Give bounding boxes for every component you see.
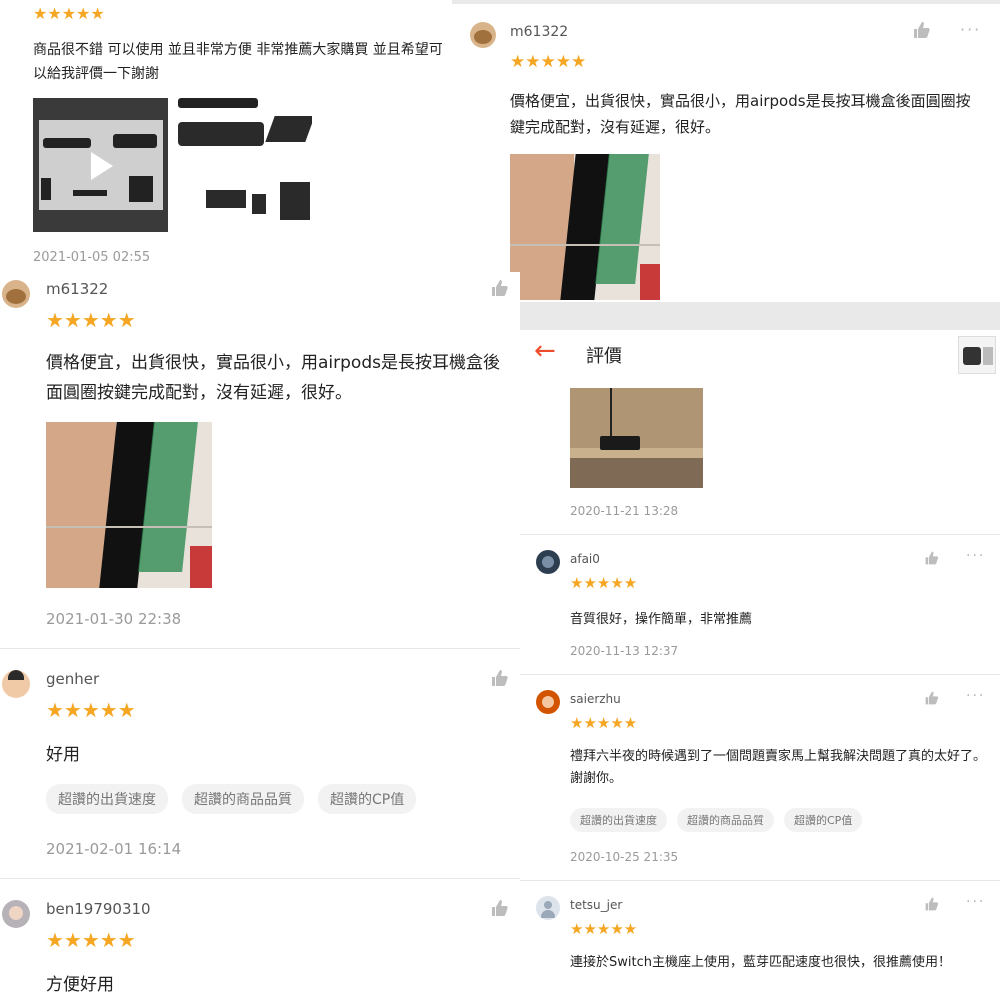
review-photo[interactable] bbox=[510, 154, 660, 300]
review-text: 方便好用 bbox=[46, 975, 114, 995]
review-text: 價格便宜，出貨很快，實品很小，用airpods是長按耳機盒後面圓圈按鍵完成配對，… bbox=[46, 353, 500, 403]
thumbs-up-icon[interactable] bbox=[924, 550, 940, 570]
thumbs-up-icon[interactable] bbox=[924, 690, 940, 710]
review-date: 2021-02-01 16:14 bbox=[46, 840, 182, 858]
tag: 超讚的出貨速度 bbox=[570, 808, 667, 832]
review-text: 好用 bbox=[46, 745, 80, 765]
review-video-thumbnail[interactable] bbox=[33, 98, 168, 232]
username: ben19790310 bbox=[46, 900, 151, 918]
more-icon[interactable]: ··· bbox=[960, 20, 981, 39]
rating-stars: ★★★★★ bbox=[33, 4, 105, 23]
thumbs-up-icon[interactable] bbox=[490, 278, 510, 302]
left-review-list: m61322 ★★★★★ 價格便宜，出貨很快，實品很小，用airpods是長按耳… bbox=[0, 272, 520, 1000]
divider bbox=[520, 674, 1000, 675]
username: m61322 bbox=[510, 24, 569, 40]
review-text: 音質很好，操作簡單，非常推薦 bbox=[570, 612, 753, 627]
right-review-page: ← 評價 2020-11-21 13:28 afai0 ··· ★★★★★ 音質… bbox=[520, 330, 1000, 1000]
avatar bbox=[2, 670, 30, 698]
tag: 超讚的商品品質 bbox=[182, 784, 304, 814]
thumbs-up-icon[interactable] bbox=[490, 898, 510, 922]
tag-list: 超讚的出貨速度 超讚的商品品質 超讚的CP值 bbox=[570, 808, 863, 832]
back-arrow-icon[interactable]: ← bbox=[534, 338, 556, 364]
username: afai0 bbox=[570, 552, 600, 566]
review-product-photo[interactable] bbox=[178, 98, 312, 232]
divider bbox=[520, 880, 1000, 881]
review-text: 商品很不錯 可以使用 並且非常方便 非常推薦大家購買 並且希望可以給我評價一下謝… bbox=[33, 42, 443, 82]
rating-stars: ★★★★★ bbox=[570, 714, 638, 732]
review-text: 禮拜六半夜的時候遇到了一個問題賣家馬上幫我解決問題了真的太好了。謝謝你。 bbox=[570, 749, 987, 786]
rating-stars: ★★★★★ bbox=[46, 928, 136, 952]
review-date: 2020-11-13 12:37 bbox=[570, 644, 679, 658]
tag: 超讚的CP值 bbox=[784, 808, 863, 832]
thumbs-up-icon[interactable] bbox=[924, 896, 940, 916]
divider bbox=[0, 878, 520, 879]
review-date: 2020-11-21 13:28 bbox=[570, 504, 679, 518]
divider bbox=[520, 534, 1000, 535]
avatar bbox=[470, 22, 496, 48]
tag-list: 超讚的出貨速度 超讚的商品品質 超讚的CP值 bbox=[46, 784, 417, 814]
page-title: 評價 bbox=[586, 346, 622, 367]
play-icon[interactable] bbox=[91, 152, 113, 180]
review-date: 2021-01-05 02:55 bbox=[33, 250, 151, 265]
review-date: 2020-10-25 21:35 bbox=[570, 850, 679, 864]
product-thumbnail[interactable] bbox=[958, 336, 996, 374]
rating-stars: ★★★★★ bbox=[46, 308, 136, 332]
username: saierzhu bbox=[570, 692, 621, 706]
more-icon[interactable]: ··· bbox=[966, 548, 985, 564]
more-icon[interactable]: ··· bbox=[966, 688, 985, 704]
avatar bbox=[536, 690, 560, 714]
rating-stars: ★★★★★ bbox=[510, 52, 587, 72]
review-photo[interactable] bbox=[46, 422, 212, 588]
top-left-review-panel: ★★★★★ 商品很不錯 可以使用 並且非常方便 非常推薦大家購買 並且希望可以給… bbox=[0, 0, 452, 272]
avatar bbox=[536, 896, 560, 920]
review-text: 價格便宜，出貨很快，實品很小，用airpods是長按耳機盒後面圓圈按鍵完成配對，… bbox=[510, 92, 971, 136]
avatar bbox=[2, 280, 30, 308]
review-photo[interactable] bbox=[570, 388, 703, 488]
top-right-review-panel: m61322 ··· ★★★★★ 價格便宜，出貨很快，實品很小，用airpods… bbox=[452, 4, 1000, 302]
tag: 超讚的商品品質 bbox=[677, 808, 774, 832]
more-icon[interactable]: ··· bbox=[966, 894, 985, 910]
username: genher bbox=[46, 670, 100, 688]
rating-stars: ★★★★★ bbox=[46, 698, 136, 722]
review-date: 2021-01-30 22:38 bbox=[46, 610, 182, 628]
username: tetsu_jer bbox=[570, 898, 623, 912]
rating-stars: ★★★★★ bbox=[570, 574, 638, 592]
avatar bbox=[536, 550, 560, 574]
thumbs-up-icon[interactable] bbox=[912, 20, 932, 45]
review-text: 連接於Switch主機座上使用，藍芽匹配速度也很快，很推薦使用！ bbox=[570, 955, 951, 970]
username: m61322 bbox=[46, 280, 109, 298]
thumbs-up-icon[interactable] bbox=[490, 668, 510, 692]
rating-stars: ★★★★★ bbox=[570, 920, 638, 938]
tag: 超讚的出貨速度 bbox=[46, 784, 168, 814]
tag: 超讚的CP值 bbox=[318, 784, 417, 814]
divider bbox=[0, 648, 520, 649]
avatar bbox=[2, 900, 30, 928]
